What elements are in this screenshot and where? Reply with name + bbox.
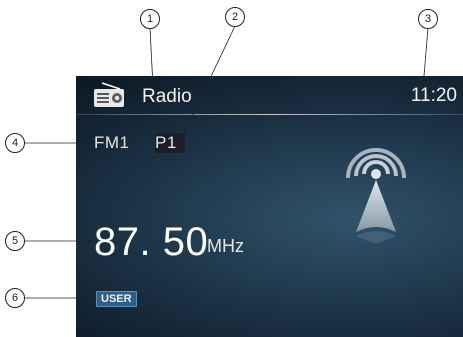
callout-3: 3 (418, 9, 438, 29)
callout-5: 5 (5, 231, 25, 251)
radio-icon (94, 82, 124, 107)
broadcast-tower-icon (346, 148, 406, 244)
frequency-display: 87. 50 (94, 220, 209, 264)
callout-4: 4 (5, 133, 25, 153)
callout-1: 1 (140, 9, 160, 29)
page-title: Radio (142, 86, 192, 107)
band-label: FM1 (94, 133, 130, 152)
header-divider (76, 114, 463, 115)
callout-2: 2 (225, 7, 245, 27)
radio-screen: Radio 11:20 FM1 P1 87. 50 MHz USER (76, 76, 463, 337)
preset-label: P1 (155, 133, 185, 153)
clock: 11:20 (410, 85, 457, 106)
callout-6: 6 (5, 288, 25, 308)
frequency-unit: MHz (207, 236, 244, 256)
user-mode-badge[interactable]: USER (96, 291, 137, 307)
